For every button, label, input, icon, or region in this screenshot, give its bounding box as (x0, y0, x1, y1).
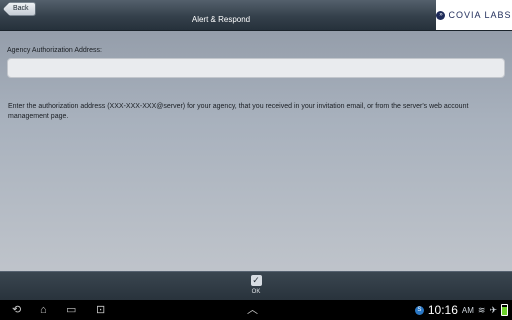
status-area: S 10:16 AM ≋ ✈ (414, 303, 508, 317)
logo-text: COVIA LABS (448, 10, 512, 20)
battery-icon (501, 304, 508, 316)
clock-am-pm: AM (461, 305, 474, 315)
page-title: Alert & Respond (191, 15, 251, 24)
back-button[interactable]: Back (3, 2, 36, 16)
recent-apps-icon[interactable]: ▭ (66, 303, 76, 317)
address-field-label: Agency Authorization Address: (7, 47, 102, 54)
check-icon: ✓ (250, 275, 262, 286)
clock-time: 10:16 (427, 303, 458, 317)
ok-button[interactable]: ✓ OK (246, 275, 266, 295)
back-nav-icon[interactable]: ⟲ (12, 303, 21, 317)
app-window: Back Alert & Respond » COVIA LABS Agency… (0, 0, 512, 301)
covia-logo-icon: » (436, 10, 446, 20)
footer-bar: ✓ OK (0, 271, 512, 301)
airplane-icon: ✈ (489, 304, 497, 315)
authorization-address-input[interactable] (7, 58, 505, 78)
home-nav-icon[interactable]: ⌂ (40, 303, 47, 317)
screenshot-icon[interactable]: ⊡ (96, 303, 105, 317)
system-navigation-bar: ⟲ ⌂ ▭ ⊡ ︿ S 10:16 AM ≋ ✈ (0, 300, 512, 320)
title-bar: Back Alert & Respond » COVIA LABS (0, 0, 512, 31)
help-text: Enter the authorization address (XXX-XXX… (8, 103, 469, 120)
covia-labs-logo: » COVIA LABS (436, 0, 512, 30)
wifi-icon: ≋ (477, 304, 486, 315)
skype-icon: S (414, 305, 424, 315)
chevron-up-icon[interactable]: ︿ (247, 303, 258, 317)
ok-label: OK (251, 289, 261, 295)
